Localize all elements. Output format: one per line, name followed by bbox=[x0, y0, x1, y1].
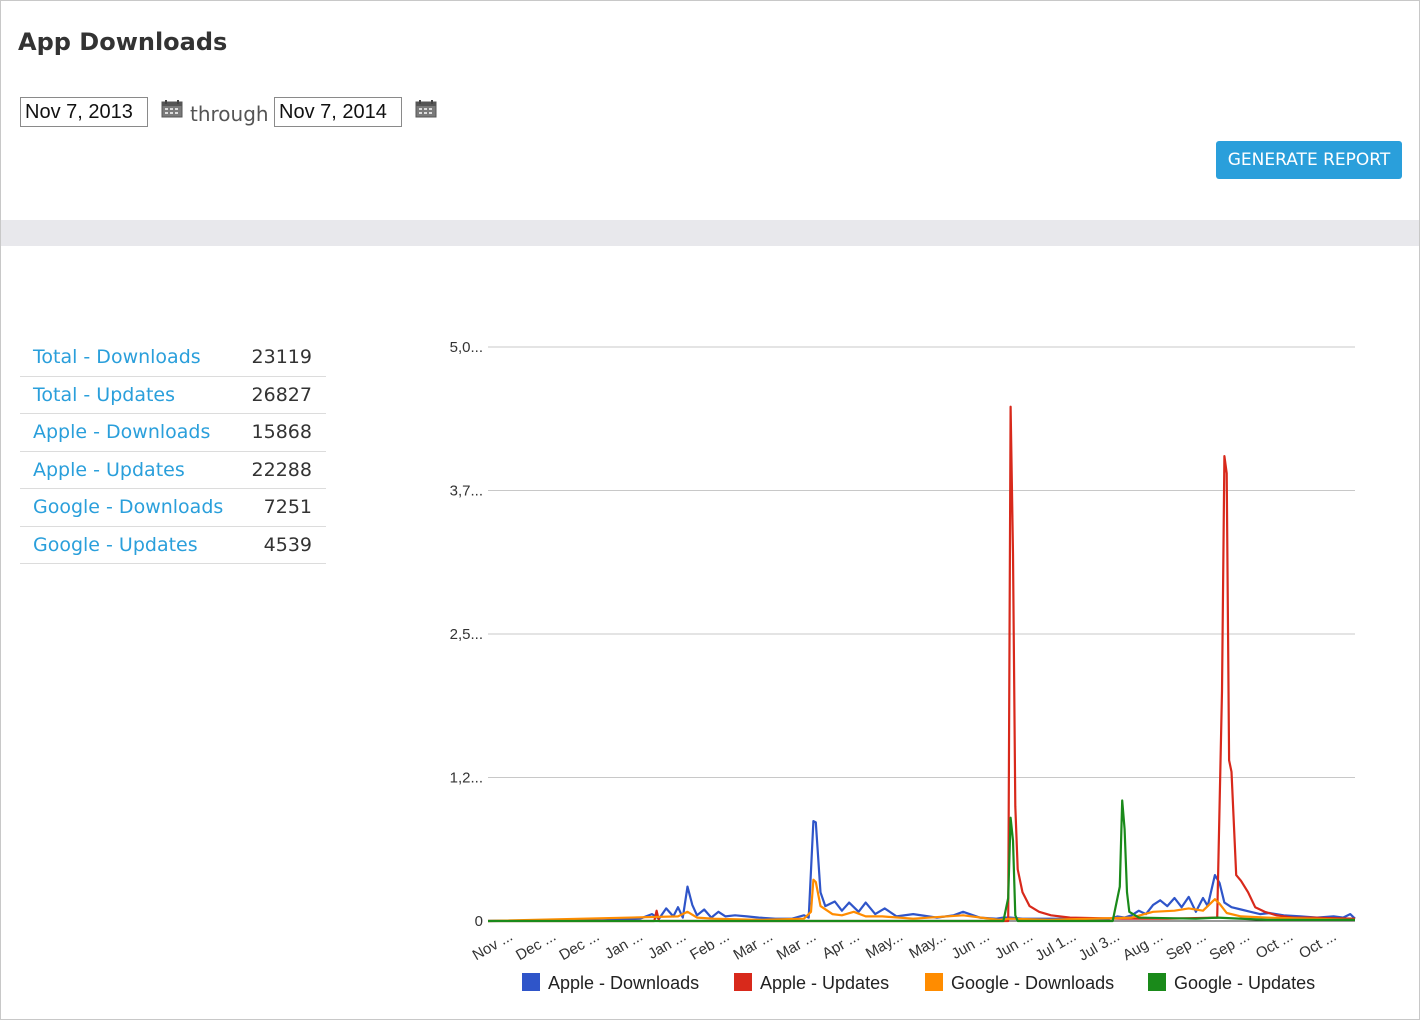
x-tick-label: Sep ... bbox=[1163, 928, 1209, 964]
x-tick-label: May... bbox=[906, 928, 949, 963]
x-tick-label: Dec ... bbox=[513, 928, 559, 964]
stat-link[interactable]: Total - Downloads bbox=[20, 339, 244, 377]
stat-value: 7251 bbox=[243, 488, 326, 527]
x-tick-label: Jun ... bbox=[992, 928, 1036, 963]
stat-link[interactable]: Google - Updates bbox=[20, 526, 244, 564]
y-tick-label: 5,0... bbox=[450, 339, 483, 356]
stat-link[interactable]: Google - Downloads bbox=[20, 488, 244, 527]
y-axis-ticks: 0 1,2... 2,5... 3,7... 5,0... bbox=[450, 339, 483, 930]
x-tick-label: Jan ... bbox=[645, 928, 689, 963]
x-tick-label: Jun ... bbox=[949, 928, 993, 963]
legend-swatch bbox=[1148, 973, 1166, 991]
y-tick-label: 3,7... bbox=[450, 483, 483, 500]
summary-table: Total - Downloads 23119 Total - Updates 268… bbox=[20, 339, 326, 564]
legend-swatch bbox=[522, 973, 540, 991]
stat-row: Total - Downloads 23119 bbox=[20, 339, 326, 377]
through-label: through bbox=[190, 102, 269, 126]
legend-label: Apple - Downloads bbox=[548, 973, 699, 993]
x-tick-label: Apr ... bbox=[819, 928, 862, 963]
stat-value: 26827 bbox=[243, 376, 326, 414]
y-tick-label: 0 bbox=[475, 913, 483, 930]
legend-swatch bbox=[925, 973, 943, 991]
calendar-icon[interactable] bbox=[415, 100, 437, 118]
generate-report-button[interactable]: GENERATE REPORT bbox=[1216, 141, 1402, 179]
stat-value: 4539 bbox=[243, 526, 326, 564]
x-tick-label: Aug ... bbox=[1120, 928, 1166, 964]
x-tick-label: Nov ... bbox=[470, 928, 516, 964]
series-line-0 bbox=[487, 820, 1356, 923]
x-axis-ticks: Nov ...Dec ...Dec ... Jan ... Jan ...Feb .… bbox=[470, 928, 1340, 965]
stat-link[interactable]: Apple - Downloads bbox=[20, 413, 244, 452]
stat-row: Apple - Updates 22288 bbox=[20, 451, 326, 489]
stat-row: Total - Updates 26827 bbox=[20, 376, 326, 414]
x-tick-label: Jul 1... bbox=[1032, 928, 1079, 965]
x-tick-label: Sep ... bbox=[1207, 928, 1253, 964]
x-tick-label: Jul 3... bbox=[1076, 928, 1123, 965]
legend-label: Google - Downloads bbox=[951, 973, 1114, 993]
legend-label: Google - Updates bbox=[1174, 973, 1315, 993]
app-downloads-chart: 01,2...2,5...3,7...5,0... Nov ...Dec ...… bbox=[450, 339, 1356, 993]
stat-value: 23119 bbox=[243, 339, 326, 377]
stat-row: Google - Updates 4539 bbox=[20, 526, 326, 564]
stat-value: 22288 bbox=[243, 451, 326, 489]
legend-label: Apple - Updates bbox=[760, 973, 889, 993]
x-tick-label: Feb ... bbox=[687, 928, 732, 964]
chart-legend: Apple - Downloads Apple - Updates Google -… bbox=[522, 973, 1315, 993]
x-tick-label: Dec ... bbox=[556, 928, 602, 964]
stat-row: Google - Downloads 7251 bbox=[20, 488, 326, 527]
stat-link[interactable]: Apple - Updates bbox=[20, 451, 244, 489]
series-line-1 bbox=[488, 405, 1356, 923]
stat-value: 15868 bbox=[243, 413, 326, 452]
stat-row: Apple - Downloads 15868 bbox=[20, 413, 326, 452]
grid-lines bbox=[488, 346, 1355, 922]
x-tick-label: Mar ... bbox=[774, 928, 819, 964]
x-tick-label: May... bbox=[863, 928, 906, 963]
start-date-input[interactable]: Nov 7, 2013 bbox=[20, 97, 148, 127]
x-tick-label: Jan ... bbox=[602, 928, 646, 963]
y-tick-label: 2,5... bbox=[450, 626, 483, 643]
x-tick-label: Oct ... bbox=[1253, 928, 1296, 963]
calendar-icon[interactable] bbox=[161, 100, 183, 118]
series-lines bbox=[487, 405, 1356, 923]
page-title: App Downloads bbox=[18, 28, 228, 56]
stat-link[interactable]: Total - Updates bbox=[20, 376, 244, 414]
legend-swatch bbox=[734, 973, 752, 991]
y-tick-label: 1,2... bbox=[450, 770, 483, 787]
x-tick-label: Oct ... bbox=[1296, 928, 1339, 963]
section-divider bbox=[1, 220, 1419, 246]
end-date-input[interactable]: Nov 7, 2014 bbox=[274, 97, 402, 127]
x-tick-label: Mar ... bbox=[730, 928, 775, 964]
